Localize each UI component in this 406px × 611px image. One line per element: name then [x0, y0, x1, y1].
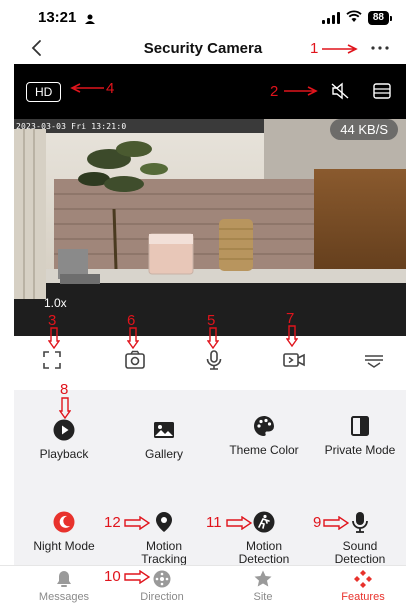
annotation-arrow-4 [70, 83, 104, 93]
features-icon [353, 570, 373, 588]
bottom-tab-bar: Messages Direction Site Features [0, 565, 406, 611]
star-icon [253, 570, 273, 588]
tab-features[interactable]: Features [318, 570, 406, 603]
annotation-arrow-2 [284, 86, 318, 96]
annotation-label-2: 2 [270, 83, 279, 100]
collapse-icon[interactable] [362, 348, 386, 372]
tab-messages[interactable]: Messages [19, 570, 109, 603]
annotation-arrow-6 [127, 327, 139, 349]
tab-label: Features [341, 591, 385, 603]
more-options-button[interactable] [370, 40, 390, 56]
feature-night-mode[interactable]: Night Mode [24, 510, 104, 553]
status-bar: 13:21 88 [0, 0, 406, 34]
annotation-label-12: 12 [104, 514, 121, 531]
video-timestamp: 2023-03-03 Fri 13:21:0 [16, 122, 127, 131]
microphone-icon [348, 510, 372, 534]
private-mode-icon [348, 414, 372, 438]
tab-label: Site [253, 591, 273, 603]
mute-icon[interactable] [330, 82, 350, 100]
feature-label: Gallery [144, 447, 183, 461]
playback-icon [52, 418, 76, 442]
palette-icon [252, 414, 276, 438]
record-video-icon[interactable] [282, 348, 306, 372]
fullscreen-icon[interactable] [40, 348, 64, 372]
screenshot-icon[interactable] [123, 348, 147, 372]
hd-quality-button[interactable]: HD [26, 82, 62, 102]
tab-label: Direction [140, 591, 184, 603]
gallery-icon [152, 418, 176, 442]
bitrate-badge: 44 KB/S [330, 119, 398, 140]
feature-playback[interactable]: Playback [24, 418, 104, 461]
feature-label: Private Mode [324, 443, 396, 457]
feature-theme-color[interactable]: Theme Color [224, 414, 304, 457]
annotation-arrow-5 [207, 327, 219, 349]
feature-label: Playback [39, 447, 89, 461]
annotation-label-11: 11 [206, 514, 222, 531]
annotation-arrow-1 [322, 44, 358, 54]
microphone-icon[interactable] [202, 348, 226, 372]
annotation-arrow-10 [124, 570, 150, 584]
night-mode-icon [52, 510, 76, 534]
wifi-icon [346, 9, 362, 27]
bell-icon [54, 570, 74, 588]
battery-icon: 88 [367, 11, 392, 25]
feature-label: Theme Color [229, 443, 299, 457]
annotation-arrow-7 [286, 325, 298, 347]
camera-view[interactable]: HD 2023-03-03 Fri 13:21:0 44 KB/S 1.0x [14, 64, 406, 344]
layout-icon[interactable] [372, 82, 392, 100]
zoom-level: 1.0x [44, 296, 67, 310]
feature-gallery[interactable]: Gallery [124, 418, 204, 461]
battery-level: 88 [367, 11, 389, 25]
status-time: 13:21 [38, 9, 77, 26]
signal-icon [321, 12, 340, 24]
location-pin-icon [152, 510, 176, 534]
annotation-label-8: 8 [60, 381, 69, 398]
feature-panel: Playback Gallery Theme Color Private Mod… [14, 390, 406, 566]
annotation-arrow-9 [323, 516, 349, 530]
annotation-arrow-11 [226, 516, 252, 530]
tab-site[interactable]: Site [218, 570, 308, 603]
annotation-label-1: 1 [310, 40, 319, 57]
tab-label: Messages [38, 591, 90, 603]
annotation-arrow-12 [124, 516, 150, 530]
feature-label: Motion Tracking [141, 539, 187, 566]
video-feed [14, 119, 406, 344]
annotation-label-4: 4 [106, 80, 115, 97]
feature-label: Sound Detection [334, 539, 386, 566]
direction-icon [152, 570, 172, 588]
person-icon [85, 11, 95, 29]
running-person-icon [252, 510, 276, 534]
feature-private-mode[interactable]: Private Mode [320, 414, 400, 457]
annotation-arrow-8 [59, 397, 71, 419]
annotation-label-9: 9 [313, 514, 322, 531]
annotation-arrow-3 [48, 327, 60, 349]
feature-label: Motion Detection [238, 539, 290, 566]
feature-label: Night Mode [33, 539, 95, 553]
annotation-label-10: 10 [104, 568, 121, 585]
